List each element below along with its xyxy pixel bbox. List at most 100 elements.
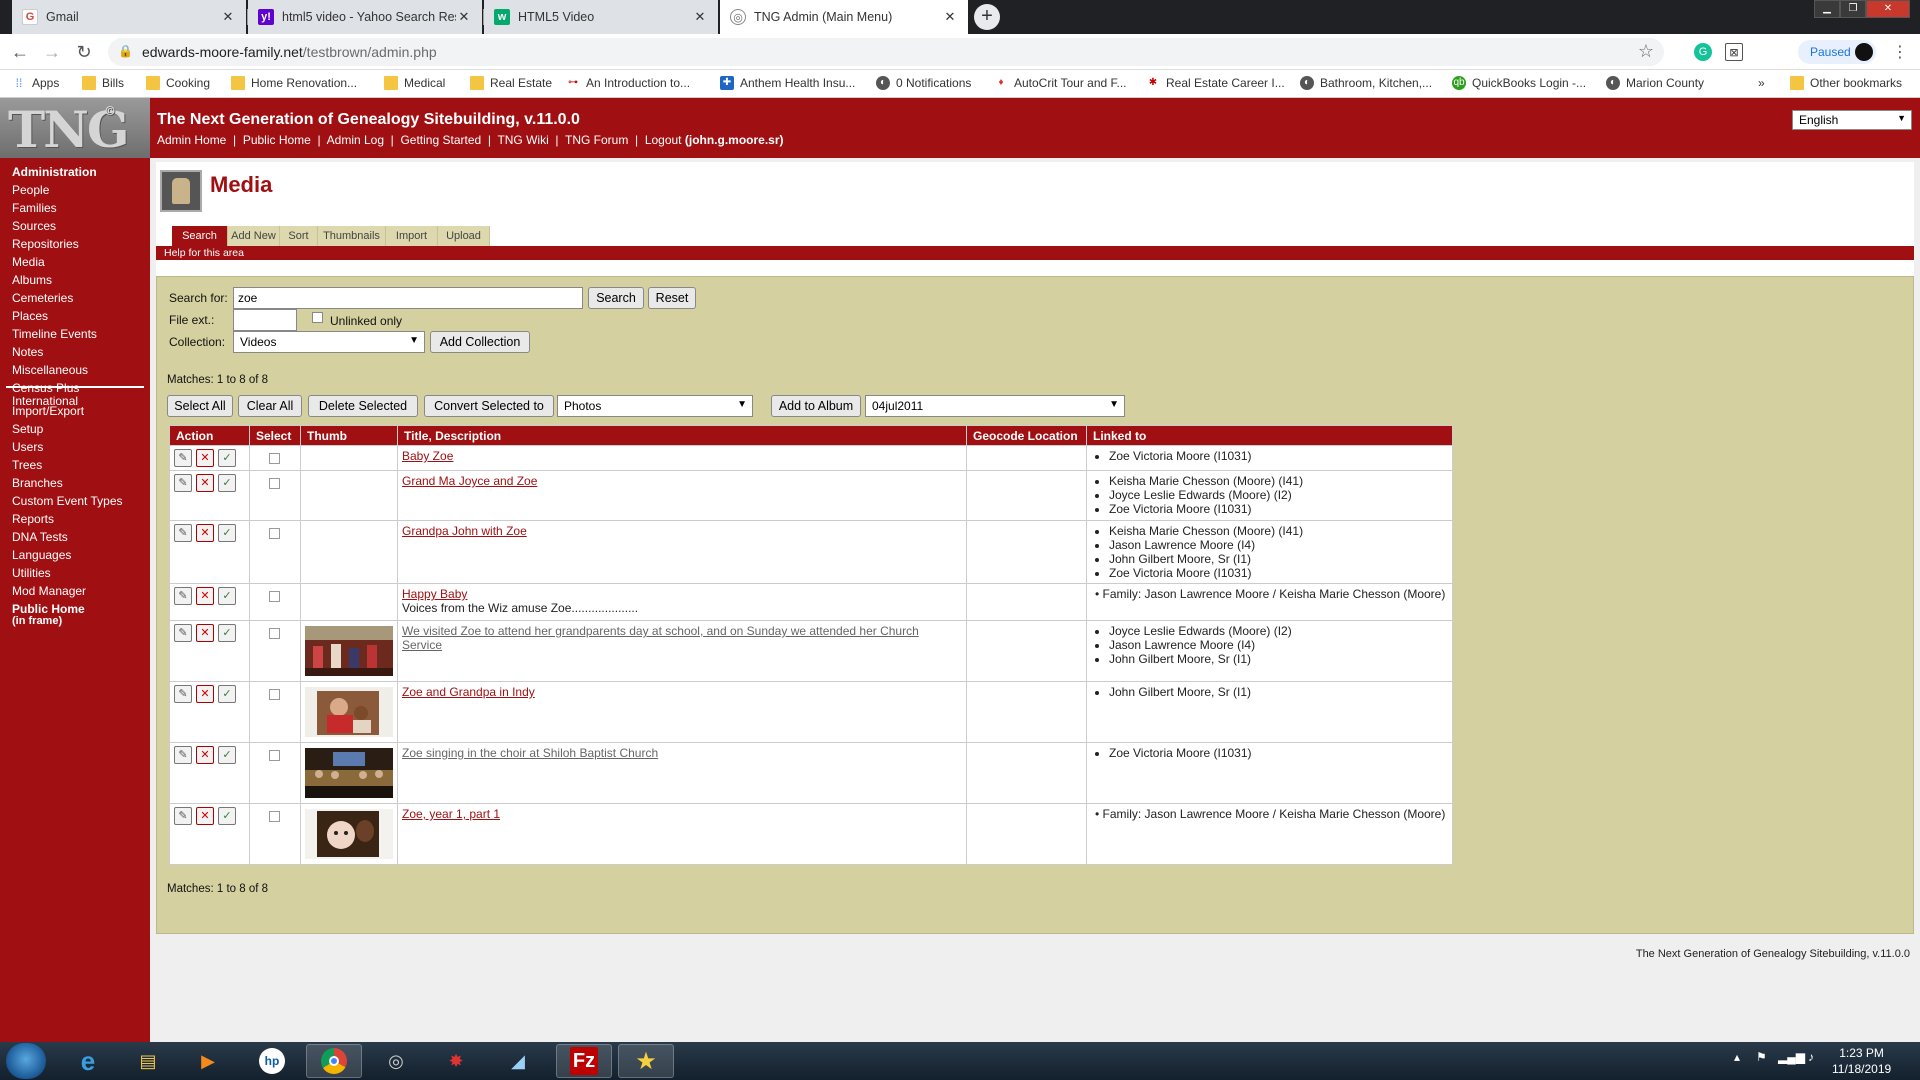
browser-tab-html5-video[interactable]: w HTML5 Video ✕ xyxy=(484,0,718,34)
hp-icon[interactable]: hp xyxy=(244,1044,300,1078)
bookmark-link[interactable]: ◐ Marion County xyxy=(1606,76,1704,90)
test-icon[interactable]: ✓ xyxy=(218,624,236,642)
tab-sort[interactable]: Sort xyxy=(280,226,318,246)
sidebar-item-miscellaneous[interactable]: Miscellaneous xyxy=(12,364,88,377)
media-thumbnail[interactable] xyxy=(305,809,393,859)
sidebar-item-custom-event-types[interactable]: Custom Event Types xyxy=(12,495,123,508)
sidebar-item-utilities[interactable]: Utilities xyxy=(12,567,51,580)
media-title-link[interactable]: Zoe and Grandpa in Indy xyxy=(402,685,535,699)
reload-icon[interactable]: ↻ xyxy=(72,41,96,63)
bookmark-apps[interactable]: ⁞⁞ Apps xyxy=(12,76,60,90)
bookmark-link[interactable]: qb QuickBooks Login -... xyxy=(1452,76,1586,90)
bookmark-link[interactable]: ✱ Real Estate Career I... xyxy=(1146,76,1285,90)
delete-icon[interactable]: ✕ xyxy=(196,524,214,542)
volume-icon[interactable]: ♪ xyxy=(1808,1050,1814,1064)
link-admin-home[interactable]: Admin Home xyxy=(157,133,226,147)
forward-arrow-icon[interactable]: → xyxy=(40,41,64,63)
browser-tab-yahoo[interactable]: y! html5 video - Yahoo Search Resu ✕ xyxy=(248,0,482,34)
app-icon[interactable]: ✸ xyxy=(428,1044,484,1078)
test-icon[interactable]: ✓ xyxy=(218,746,236,764)
edit-icon[interactable]: ✎ xyxy=(174,524,192,542)
tab-import[interactable]: Import xyxy=(386,226,438,246)
tab-thumbnails[interactable]: Thumbnails xyxy=(318,226,386,246)
media-player-icon[interactable]: ▶ xyxy=(180,1044,236,1078)
link-getting-started[interactable]: Getting Started xyxy=(400,133,481,147)
start-button[interactable] xyxy=(6,1043,46,1079)
row-checkbox[interactable] xyxy=(269,528,280,539)
bookmark-star-icon[interactable]: ☆ xyxy=(1638,41,1654,62)
notes-app-icon[interactable]: ◢ xyxy=(490,1044,546,1078)
bookmark-other[interactable]: Other bookmarks xyxy=(1790,76,1902,90)
sidebar-item-branches[interactable]: Branches xyxy=(12,477,63,490)
sidebar-item-administration[interactable]: Administration xyxy=(12,166,97,179)
chrome-icon[interactable] xyxy=(306,1044,362,1078)
add-to-album-button[interactable]: Add to Album xyxy=(771,395,861,417)
file-explorer-icon[interactable]: ▤ xyxy=(120,1044,176,1078)
edit-icon[interactable]: ✎ xyxy=(174,624,192,642)
bookmark-link[interactable]: ✚ Anthem Health Insu... xyxy=(720,76,855,90)
reset-button[interactable]: Reset xyxy=(648,287,696,309)
link-tng-wiki[interactable]: TNG Wiki xyxy=(497,133,548,147)
sidebar-item-mod-manager[interactable]: Mod Manager xyxy=(12,585,86,598)
convert-selected-button[interactable]: Convert Selected to xyxy=(424,395,554,417)
tng-logo[interactable]: TNG © xyxy=(0,98,150,159)
sidebar-item-albums[interactable]: Albums xyxy=(12,274,52,287)
tab-add-new[interactable]: Add New xyxy=(228,226,280,246)
row-checkbox[interactable] xyxy=(269,628,280,639)
add-collection-button[interactable]: Add Collection xyxy=(430,331,530,353)
language-select[interactable]: English ▼ xyxy=(1792,110,1912,130)
star-app-icon[interactable]: ★ xyxy=(618,1044,674,1078)
bookmark-link[interactable]: ♦ AutoCrit Tour and F... xyxy=(994,76,1126,90)
select-all-button[interactable]: Select All xyxy=(167,395,233,417)
action-center-flag-icon[interactable]: ⚑ xyxy=(1756,1050,1767,1064)
sidebar-item-cemeteries[interactable]: Cemeteries xyxy=(12,292,73,305)
media-thumbnail[interactable] xyxy=(305,748,393,798)
tab-search[interactable]: Search xyxy=(172,226,228,246)
sidebar-item-import-export[interactable]: Import/Export xyxy=(12,405,84,418)
close-icon[interactable]: ✕ xyxy=(692,9,708,25)
media-title-link[interactable]: Grandpa John with Zoe xyxy=(402,524,527,538)
edit-icon[interactable]: ✎ xyxy=(174,746,192,764)
sidebar-item-repositories[interactable]: Repositories xyxy=(12,238,79,251)
sidebar-item-users[interactable]: Users xyxy=(12,441,43,454)
bookmarks-overflow-chevron-icon[interactable]: » xyxy=(1758,76,1765,90)
edit-icon[interactable]: ✎ xyxy=(174,685,192,703)
delete-icon[interactable]: ✕ xyxy=(196,587,214,605)
link-public-home[interactable]: Public Home xyxy=(243,133,311,147)
sidebar-item-sources[interactable]: Sources xyxy=(12,220,56,233)
sidebar-item-timeline-events[interactable]: Timeline Events xyxy=(12,328,97,341)
sidebar-item-languages[interactable]: Languages xyxy=(12,549,71,562)
bookmark-link[interactable]: ◐ Bathroom, Kitchen,... xyxy=(1300,76,1432,90)
extension-icon[interactable]: ⊠ xyxy=(1725,43,1743,61)
close-icon[interactable]: ✕ xyxy=(456,9,472,25)
edit-icon[interactable]: ✎ xyxy=(174,449,192,467)
delete-icon[interactable]: ✕ xyxy=(196,624,214,642)
back-arrow-icon[interactable]: ← xyxy=(8,41,32,63)
internet-explorer-icon[interactable]: e xyxy=(60,1044,116,1078)
media-title-link[interactable]: Happy Baby xyxy=(402,587,467,601)
bookmark-folder[interactable]: Cooking xyxy=(146,76,210,90)
sidebar-item-reports[interactable]: Reports xyxy=(12,513,54,526)
bookmark-folder[interactable]: Real Estate xyxy=(470,76,552,90)
edit-icon[interactable]: ✎ xyxy=(174,587,192,605)
sidebar-item-in-frame[interactable]: (in frame) xyxy=(12,615,62,628)
bookmark-folder[interactable]: Medical xyxy=(384,76,445,90)
row-checkbox[interactable] xyxy=(269,750,280,761)
delete-icon[interactable]: ✕ xyxy=(196,685,214,703)
link-logout[interactable]: Logout xyxy=(645,133,682,147)
sidebar-item-places[interactable]: Places xyxy=(12,310,48,323)
test-icon[interactable]: ✓ xyxy=(218,587,236,605)
close-icon[interactable]: ✕ xyxy=(942,9,958,25)
sidebar-item-notes[interactable]: Notes xyxy=(12,346,43,359)
maximize-button[interactable]: ❐ xyxy=(1840,0,1866,18)
delete-icon[interactable]: ✕ xyxy=(196,474,214,492)
tab-upload[interactable]: Upload xyxy=(438,226,490,246)
delete-icon[interactable]: ✕ xyxy=(196,449,214,467)
window-close-button[interactable]: ✕ xyxy=(1866,0,1910,18)
grammarly-icon[interactable]: G xyxy=(1694,43,1712,61)
test-icon[interactable]: ✓ xyxy=(218,685,236,703)
bookmark-folder[interactable]: Bills xyxy=(82,76,124,90)
test-icon[interactable]: ✓ xyxy=(218,524,236,542)
link-tng-forum[interactable]: TNG Forum xyxy=(565,133,628,147)
row-checkbox[interactable] xyxy=(269,689,280,700)
